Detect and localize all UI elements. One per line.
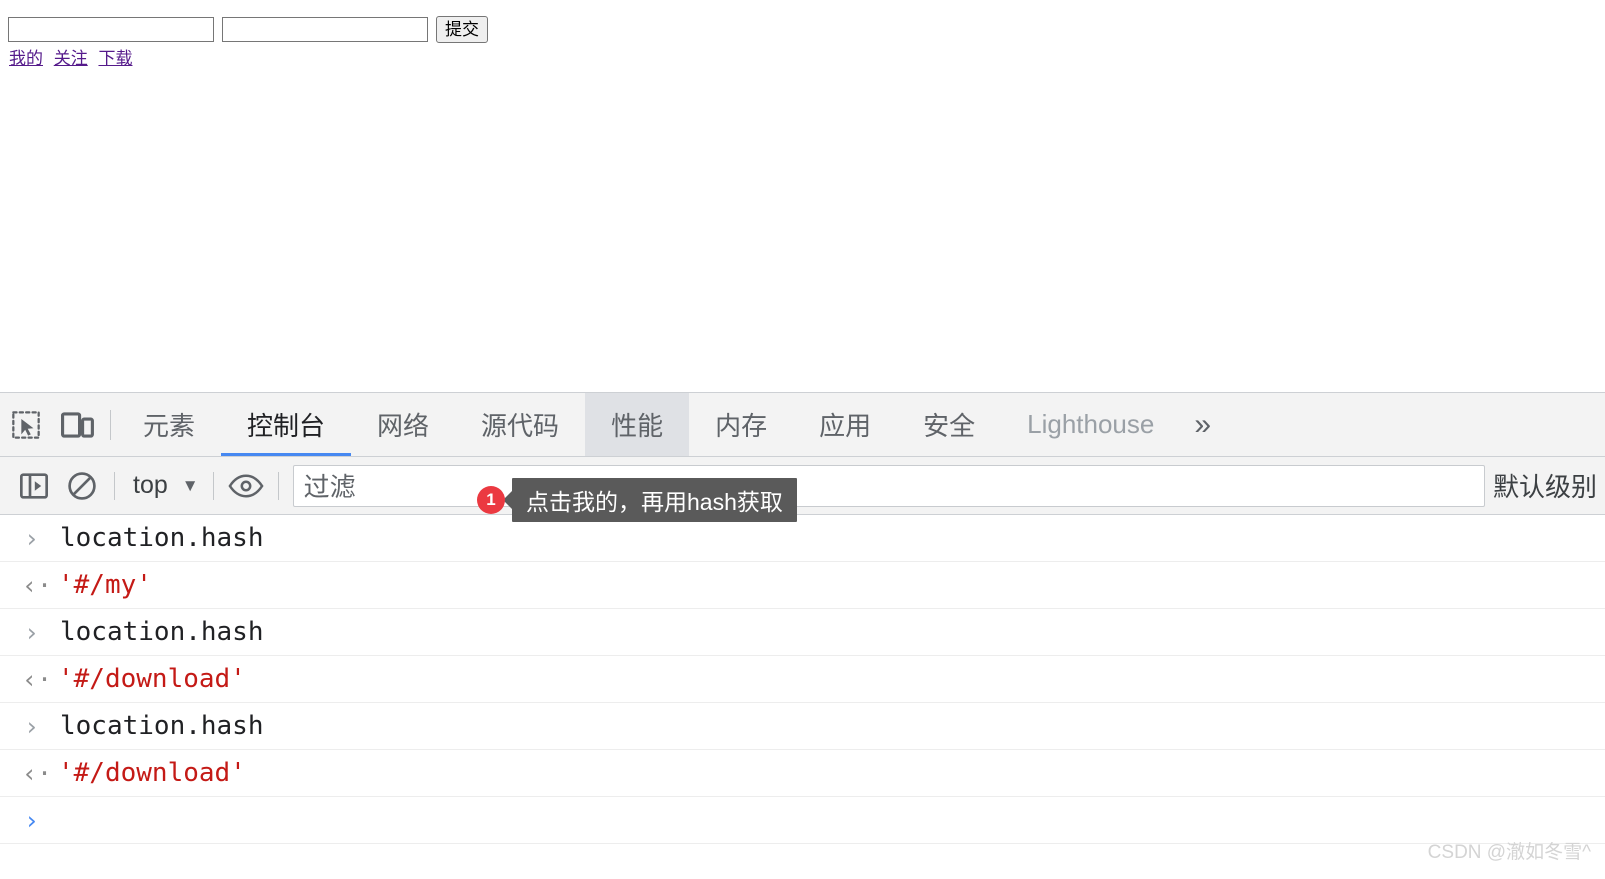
input-arrow-icon: ›: [24, 711, 40, 741]
filter-placeholder: 过滤: [303, 472, 356, 502]
console-input-text: location.hash: [60, 617, 264, 647]
console-result-row[interactable]: ‹· '#/download': [0, 656, 1605, 703]
filter-input[interactable]: 过滤: [292, 464, 1485, 507]
tab-performance-label: 性能: [611, 411, 664, 441]
clear-console-icon[interactable]: [58, 457, 106, 515]
result-arrow-icon: ‹·: [22, 570, 53, 600]
execution-context-selector[interactable]: top ▼: [123, 468, 205, 504]
submit-button[interactable]: 提交: [436, 16, 488, 43]
first-text-input[interactable]: [8, 17, 214, 42]
tabbar-divider: [110, 409, 111, 440]
inspect-element-icon[interactable]: [0, 393, 52, 456]
tab-sources[interactable]: 源代码: [455, 393, 585, 456]
link-follow[interactable]: 关注: [54, 49, 88, 68]
nav-links: 我的 关注 下载: [9, 47, 138, 71]
tab-security[interactable]: 安全: [897, 393, 1001, 456]
annotation-tooltip: 点击我的，再用hash获取: [512, 478, 797, 522]
show-console-sidebar-icon[interactable]: [10, 457, 58, 515]
execution-context-value: top: [133, 471, 168, 499]
link-download[interactable]: 下载: [98, 49, 132, 68]
console-result-text: '#/download': [58, 664, 246, 694]
link-my[interactable]: 我的: [9, 49, 43, 68]
tab-application[interactable]: 应用: [793, 393, 897, 456]
more-tabs-label: »: [1194, 407, 1212, 441]
web-page-content: 提交 我的 关注 下载: [0, 0, 1605, 392]
watermark: CSDN @澈如冬雪^: [1427, 842, 1591, 863]
tab-network[interactable]: 网络: [351, 393, 455, 456]
tab-lighthouse[interactable]: Lighthouse: [1001, 393, 1180, 456]
input-arrow-icon: ›: [24, 617, 40, 647]
devtools-tabbar: 元素 控制台 网络 源代码 性能 内存 应用 安全 Lighthouse »: [0, 393, 1605, 457]
devtools-panel: 元素 控制台 网络 源代码 性能 内存 应用 安全 Lighthouse » t…: [0, 392, 1605, 879]
console-input-row[interactable]: › location.hash: [0, 609, 1605, 656]
tab-performance[interactable]: 性能: [585, 393, 690, 456]
eye-icon[interactable]: [222, 457, 270, 515]
console-toolbar-divider-1: [114, 471, 115, 500]
more-tabs-icon[interactable]: »: [1180, 393, 1225, 456]
log-level-selector[interactable]: 默认级别: [1493, 467, 1605, 504]
console-input-text: location.hash: [60, 523, 264, 553]
console-result-row[interactable]: ‹· '#/my': [0, 562, 1605, 609]
tab-security-label: 安全: [923, 411, 976, 441]
tab-console[interactable]: 控制台: [221, 393, 352, 456]
form-row: 提交: [8, 16, 488, 43]
console-result-text: '#/my': [58, 570, 152, 600]
console-toolbar-divider-2: [212, 471, 214, 500]
tab-sources-label: 源代码: [481, 411, 560, 441]
tab-elements[interactable]: 元素: [117, 393, 221, 456]
result-arrow-icon: ‹·: [22, 758, 53, 788]
tab-network-label: 网络: [377, 411, 430, 441]
console-input-row[interactable]: › location.hash: [0, 515, 1605, 562]
tab-lighthouse-label: Lighthouse: [1027, 409, 1155, 439]
console-prompt-row[interactable]: ›: [0, 797, 1605, 844]
filter-badge-count: 1: [477, 486, 505, 514]
tab-application-label: 应用: [819, 411, 872, 441]
tab-memory[interactable]: 内存: [689, 393, 793, 456]
tab-memory-label: 内存: [715, 411, 768, 441]
console-result-row[interactable]: ‹· '#/download': [0, 750, 1605, 797]
result-arrow-icon: ‹·: [22, 664, 53, 694]
input-arrow-icon: ›: [24, 523, 40, 553]
console-log-output: › location.hash ‹· '#/my' › location.has…: [0, 515, 1605, 879]
chevron-down-icon: ▼: [181, 475, 199, 495]
tab-console-label: 控制台: [247, 411, 326, 441]
console-result-text: '#/download': [58, 758, 246, 788]
console-input-row[interactable]: › location.hash: [0, 703, 1605, 750]
console-input-text: location.hash: [60, 711, 264, 741]
second-text-input[interactable]: [222, 17, 428, 42]
device-toolbar-icon[interactable]: [52, 393, 104, 456]
console-toolbar-divider-3: [277, 471, 279, 500]
tab-elements-label: 元素: [143, 411, 196, 441]
console-toolbar: top ▼ 过滤 默认级别: [0, 457, 1605, 515]
prompt-arrow-icon: ›: [24, 805, 40, 835]
